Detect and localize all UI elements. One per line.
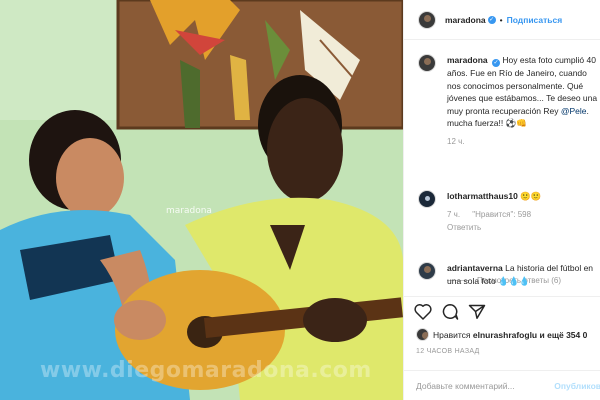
caption-avatar[interactable]	[418, 54, 436, 72]
author-avatar[interactable]	[418, 10, 436, 29]
heart-icon[interactable]	[414, 303, 432, 320]
verified-badge-icon: ✓	[487, 15, 496, 24]
publish-button[interactable]: Опубликов	[554, 381, 600, 391]
caption-username[interactable]: maradona	[447, 55, 488, 65]
comment-time: 7 ч.	[447, 209, 461, 219]
comment-avatar[interactable]	[418, 262, 436, 280]
post-photo[interactable]: maradona www.diegomaradona.com	[0, 0, 403, 400]
liker-username[interactable]: elnurashrafoglu	[473, 330, 537, 340]
likes-count[interactable]: и ещё 354 0	[540, 330, 588, 340]
photo-image	[0, 0, 403, 400]
add-comment-bar: Опубликов	[404, 370, 600, 400]
follow-button[interactable]: Подписаться	[507, 15, 563, 25]
post-timestamp: 12 ЧАСОВ НАЗАД	[416, 348, 480, 355]
comment-username[interactable]: lotharmatthaus10	[447, 191, 518, 201]
liker-avatar	[416, 328, 429, 341]
comments-list[interactable]: maradona ✓ Hoy esta foto cumplió 40 años…	[404, 41, 600, 296]
comment-input[interactable]	[416, 381, 551, 391]
comment-meta: 7 ч. "Нравится": 598	[447, 209, 599, 222]
share-icon[interactable]	[468, 303, 486, 320]
photo-watermark: www.diegomaradona.com	[40, 358, 372, 383]
author-username[interactable]: maradona	[445, 15, 486, 25]
comment-username[interactable]: adriantaverna	[447, 263, 503, 273]
post-actions: Нравится elnurashrafoglu и ещё 354 0 12 …	[404, 296, 600, 400]
comment-likes[interactable]: "Нравится": 598	[472, 210, 531, 219]
post-header: maradona ✓ • Подписаться	[404, 0, 600, 40]
verified-badge-icon: ✓	[492, 59, 500, 67]
photo-tag-overlay: maradona	[166, 206, 212, 216]
caption-time: 12 ч.	[447, 136, 465, 146]
caption-mention-link[interactable]: @Pele	[561, 106, 587, 116]
likes-prefix: Нравится	[433, 329, 471, 340]
comment-icon[interactable]	[441, 303, 459, 320]
action-icons	[414, 303, 514, 323]
likes-summary[interactable]: Нравится elnurashrafoglu и ещё 354 0	[416, 328, 600, 341]
comment-body: adriantaverna La historia del fútbol en …	[447, 262, 599, 287]
post-side-panel: maradona ✓ • Подписаться maradona ✓ Hoy …	[403, 0, 600, 400]
comment-avatar[interactable]	[418, 190, 436, 208]
comment-reply-row: Ответить	[447, 222, 599, 235]
comment-body: lotharmatthaus10 🙂🙂 7 ч. "Нравится": 598…	[447, 190, 599, 235]
comment-reply-button[interactable]: Ответить	[447, 223, 481, 232]
separator-dot: •	[499, 14, 503, 25]
caption-meta: 12 ч.	[447, 136, 599, 149]
comment-text: 🙂🙂	[520, 191, 542, 201]
caption-body: maradona ✓ Hoy esta foto cumplió 40 años…	[447, 54, 599, 148]
